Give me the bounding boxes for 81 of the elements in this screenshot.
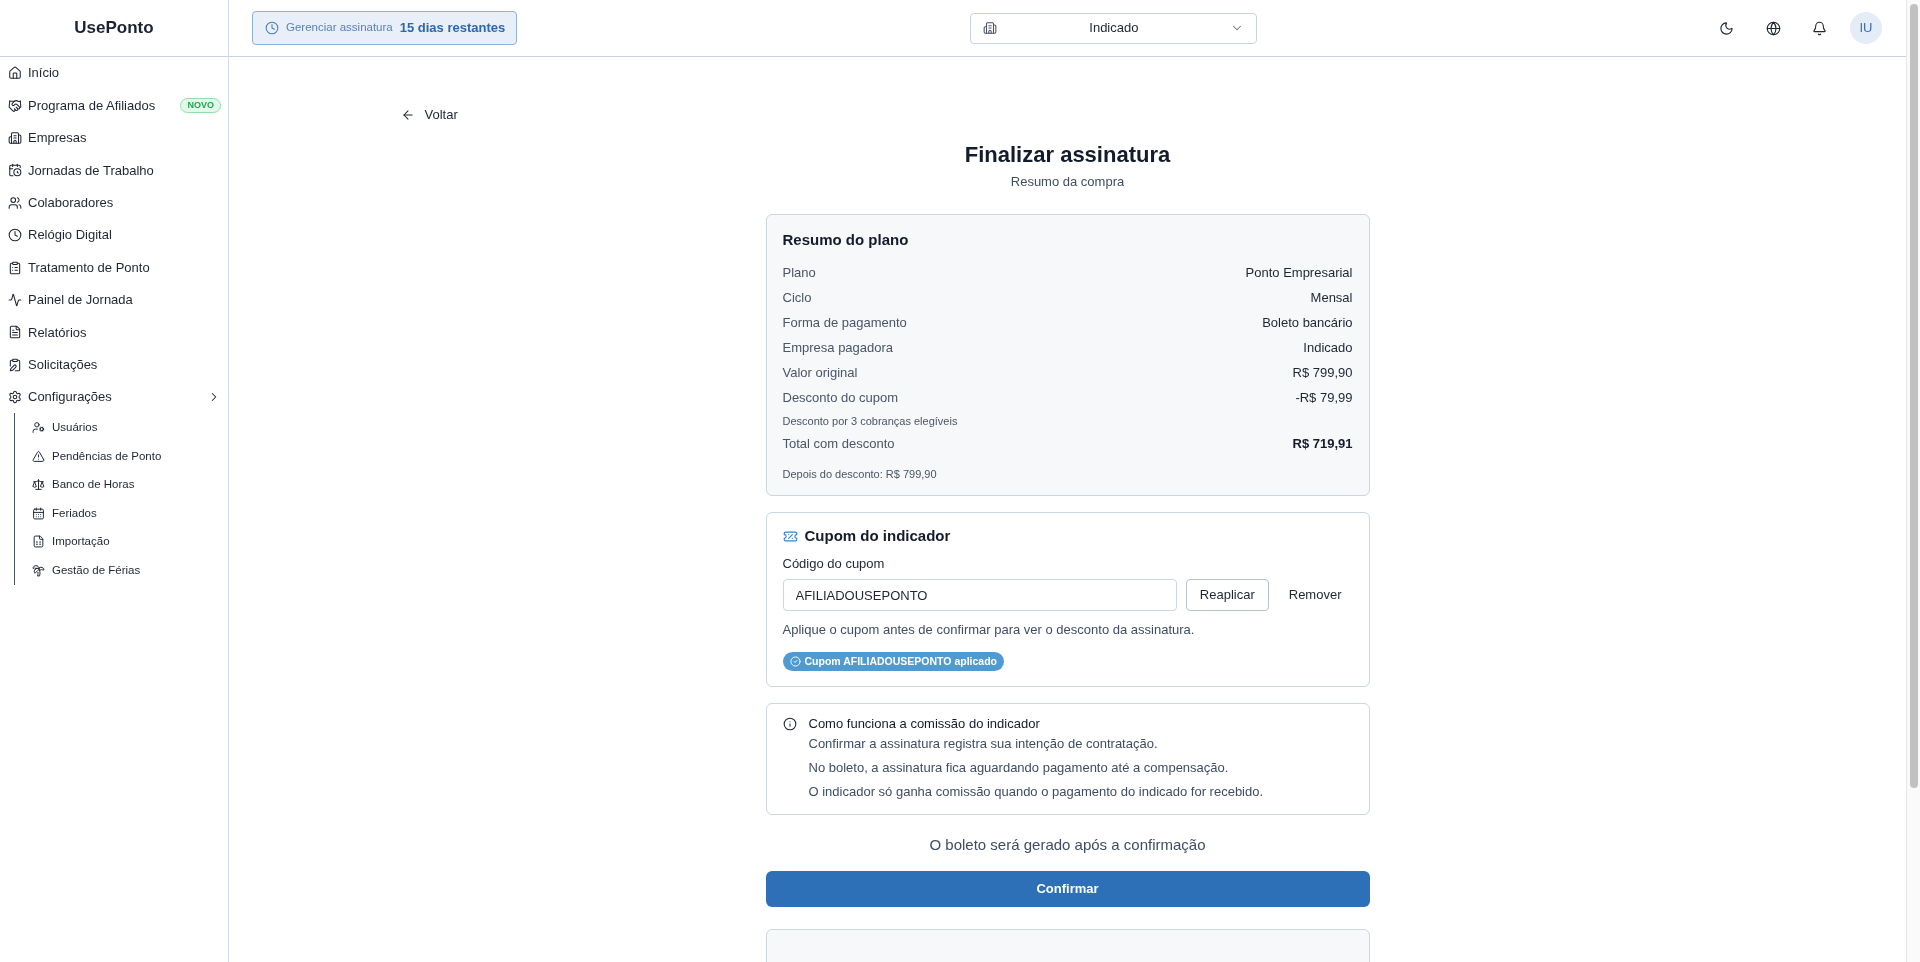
scale-icon: [32, 478, 45, 492]
ticket-icon: [782, 528, 798, 544]
calendar-clock-icon: [8, 163, 22, 178]
palm-tree-icon: [32, 564, 45, 578]
new-badge: NOVO: [180, 98, 221, 114]
summary-label: Desconto do cupom: [782, 389, 899, 408]
subscription-button[interactable]: Gerenciar assinatura 15 dias restantes: [252, 11, 518, 45]
applied-coupon-text: Cupom AFILIADOUSEPONTO aplicado: [804, 653, 997, 669]
coupon-title: Cupom do indicador: [804, 526, 951, 546]
coupon-field-label: Código do cupom: [782, 555, 885, 573]
info-text: Confirmar a assinatura registra sua intenção de contratação.: [808, 735, 1159, 753]
info-text: O indicador só ganha comissão quando o pagamento do indicado for recebido.: [808, 783, 1264, 801]
summary-label: Empresa pagadora: [782, 339, 894, 358]
company-select[interactable]: Indicado: [970, 12, 1258, 44]
summary-value: Mensal: [1310, 289, 1353, 308]
submenu-item[interactable]: Gestão de Férias: [15, 556, 220, 585]
discount-note: Desconto por 3 cobranças elegíveis: [782, 414, 958, 429]
summary-value: R$ 799,90: [1292, 364, 1353, 383]
warning-icon: [32, 449, 45, 463]
summary-value: Ponto Empresarial: [1245, 264, 1353, 283]
sidebar-item[interactable]: Programa de Afiliados: [8, 91, 177, 120]
check-circle-icon: [789, 656, 801, 667]
coupon-hint: Aplique o cupom antes de confirmar para ver o desconto da assinatura.: [782, 621, 1196, 639]
moon-icon[interactable]: [1719, 20, 1734, 36]
payment-note: O boleto será gerado após a confirmação: [928, 835, 1207, 855]
coupon-input[interactable]: AFILIADOUSEPONTO: [782, 579, 1177, 611]
confirm-button[interactable]: Confirmar: [765, 871, 1370, 907]
remove-button[interactable]: Remover: [1277, 579, 1353, 611]
bell-icon[interactable]: [1812, 20, 1827, 36]
building-icon: [983, 21, 998, 35]
discount-footnote: Depois do desconto: R$ 799,90: [782, 467, 937, 482]
summary-label: Plano: [782, 264, 816, 283]
sidebar-item[interactable]: Solicitações: [8, 350, 221, 379]
globe-icon[interactable]: [1765, 20, 1781, 36]
summary-label: Valor original: [782, 364, 858, 383]
info-icon: [782, 717, 797, 731]
summary-label: Forma de pagamento: [782, 314, 907, 333]
sidebar-item[interactable]: Tratamento de Ponto: [8, 253, 221, 282]
clock-icon: [265, 21, 279, 35]
summary-label: Ciclo: [782, 289, 812, 308]
summary-value: Boleto bancário: [1262, 314, 1353, 333]
pulse-line-icon: [8, 292, 22, 307]
page-title: Finalizar assinatura: [963, 141, 1172, 169]
clipboard-list-icon: [8, 260, 22, 275]
back-link[interactable]: Voltar: [400, 105, 458, 125]
summary-value: Indicado: [1303, 339, 1353, 358]
info-text: No boleto, a assinatura fica aguardando pagamento até a compensação.: [808, 759, 1230, 777]
sidebar-item[interactable]: Painel de Jornada: [8, 285, 221, 314]
clock-icon: [8, 228, 22, 243]
settings-icon: [8, 390, 22, 405]
building-icon: [8, 130, 22, 145]
sidebar-item[interactable]: Colaboradores: [8, 188, 221, 217]
user-cog-icon: [32, 421, 45, 435]
sidebar-item[interactable]: Jornadas de Trabalho: [8, 156, 221, 185]
calendar-icon: [32, 506, 45, 520]
plan-summary-title: Resumo do plano: [782, 230, 910, 250]
home-icon: [8, 66, 22, 81]
summary-value: -R$ 79,99: [1295, 389, 1353, 408]
sidebar-item[interactable]: Relógio Digital: [8, 221, 221, 250]
submenu-item[interactable]: Feriados: [15, 499, 220, 528]
total-value: R$ 719,91: [1292, 435, 1353, 454]
summary-label: Total com desconto: [782, 435, 895, 454]
submenu-item[interactable]: Importação: [15, 527, 220, 557]
info-title: Como funciona a comissão do indicador: [808, 715, 1041, 733]
users-icon: [8, 195, 22, 210]
page-subtitle: Resumo da compra: [1009, 173, 1126, 191]
scrollbar-thumb[interactable]: [1909, 4, 1918, 788]
document-icon: [8, 325, 22, 340]
reapply-button[interactable]: Reaplicar: [1185, 579, 1269, 611]
sidebar-item[interactable]: Relatórios: [8, 318, 221, 347]
clipboard-pen-icon: [8, 357, 22, 372]
sidebar-item[interactable]: Configurações: [8, 383, 203, 412]
spreadsheet-icon: [32, 535, 45, 549]
sidebar-item[interactable]: Empresas: [8, 123, 221, 152]
submenu-item[interactable]: Pendências de Ponto: [15, 441, 220, 471]
sidebar-item[interactable]: Início: [8, 59, 221, 88]
app-logo: UsePonto: [74, 17, 154, 40]
handshake-icon: [8, 98, 22, 113]
submenu-item[interactable]: Banco de Horas: [15, 470, 220, 500]
user-avatar[interactable]: IU: [1850, 12, 1882, 44]
submenu-item[interactable]: Usuários: [15, 413, 220, 442]
